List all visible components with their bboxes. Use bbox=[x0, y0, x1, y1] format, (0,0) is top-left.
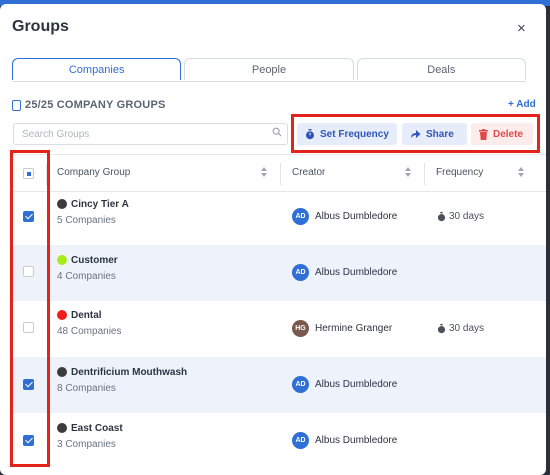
column-divider bbox=[280, 163, 281, 185]
avatar: AD bbox=[292, 264, 309, 281]
group-name[interactable]: Cincy Tier A bbox=[71, 199, 129, 210]
frequency-label: 30 days bbox=[449, 211, 485, 222]
group-color-dot bbox=[57, 423, 67, 433]
avatar: AD bbox=[292, 432, 309, 449]
creator-name: Albus Dumbledore bbox=[315, 267, 398, 278]
modal-title: Groups bbox=[12, 18, 69, 35]
frequency-label: 30 days bbox=[449, 323, 485, 334]
group-color-dot bbox=[57, 310, 67, 320]
sort-icon[interactable] bbox=[518, 167, 524, 177]
creator-name: Albus Dumbledore bbox=[315, 379, 398, 390]
stopwatch-icon bbox=[437, 211, 446, 221]
creator-name: Hermine Granger bbox=[315, 323, 393, 334]
table-header: Company Group Creator Frequency bbox=[12, 154, 546, 192]
stopwatch-icon bbox=[437, 323, 446, 333]
add-group-link[interactable]: + Add bbox=[508, 99, 536, 110]
column-company-group[interactable]: Company Group bbox=[57, 167, 130, 178]
group-company-count: 48 Companies bbox=[57, 326, 122, 337]
column-frequency[interactable]: Frequency bbox=[436, 167, 483, 178]
column-divider bbox=[424, 163, 425, 185]
tab-people[interactable]: People bbox=[184, 58, 354, 80]
group-icon bbox=[12, 99, 21, 111]
column-creator[interactable]: Creator bbox=[292, 167, 325, 178]
creator-name: Albus Dumbledore bbox=[315, 211, 398, 222]
search-icon bbox=[272, 127, 282, 137]
groups-modal: Groups × Companies People Deals 25/25 CO… bbox=[0, 4, 546, 475]
table-row[interactable]: Dental 48 Companies HG Hermine Granger 3… bbox=[12, 301, 546, 357]
group-count: 25/25 COMPANY GROUPS bbox=[12, 99, 166, 111]
frequency-value: 30 days bbox=[437, 323, 484, 334]
group-color-dot bbox=[57, 199, 67, 209]
group-name[interactable]: East Coast bbox=[71, 423, 123, 434]
avatar: HG bbox=[292, 320, 309, 337]
sort-icon[interactable] bbox=[261, 167, 267, 177]
group-name[interactable]: Dentrificium Mouthwash bbox=[71, 367, 187, 378]
avatar: AD bbox=[292, 376, 309, 393]
table-row[interactable]: East Coast 3 Companies AD Albus Dumbledo… bbox=[12, 413, 546, 469]
group-company-count: 4 Companies bbox=[57, 271, 116, 282]
search-input[interactable] bbox=[22, 128, 262, 140]
frequency-value: 30 days bbox=[437, 211, 484, 222]
table-row[interactable]: Dentrificium Mouthwash 8 Companies AD Al… bbox=[12, 357, 546, 413]
group-count-label: 25/25 COMPANY GROUPS bbox=[25, 99, 166, 111]
group-company-count: 8 Companies bbox=[57, 383, 116, 394]
sort-icon[interactable] bbox=[405, 167, 411, 177]
tab-bar: Companies People Deals bbox=[12, 58, 526, 82]
close-icon[interactable]: × bbox=[517, 20, 526, 37]
checkbox-column-highlight-box bbox=[10, 150, 50, 467]
group-company-count: 5 Companies bbox=[57, 215, 116, 226]
group-color-dot bbox=[57, 367, 67, 377]
group-color-dot bbox=[57, 255, 67, 265]
group-company-count: 3 Companies bbox=[57, 439, 116, 450]
tab-companies[interactable]: Companies bbox=[12, 58, 182, 80]
tab-deals[interactable]: Deals bbox=[356, 58, 526, 80]
table-row[interactable]: Cincy Tier A 5 Companies AD Albus Dumble… bbox=[12, 189, 546, 245]
tab-divider bbox=[12, 81, 526, 82]
table-row[interactable]: Customer 4 Companies AD Albus Dumbledore bbox=[12, 245, 546, 301]
avatar: AD bbox=[292, 208, 309, 225]
group-name[interactable]: Customer bbox=[71, 255, 118, 266]
search-groups[interactable] bbox=[13, 123, 288, 145]
actions-highlight-box bbox=[291, 114, 540, 153]
group-name[interactable]: Dental bbox=[71, 310, 102, 321]
creator-name: Albus Dumbledore bbox=[315, 435, 398, 446]
